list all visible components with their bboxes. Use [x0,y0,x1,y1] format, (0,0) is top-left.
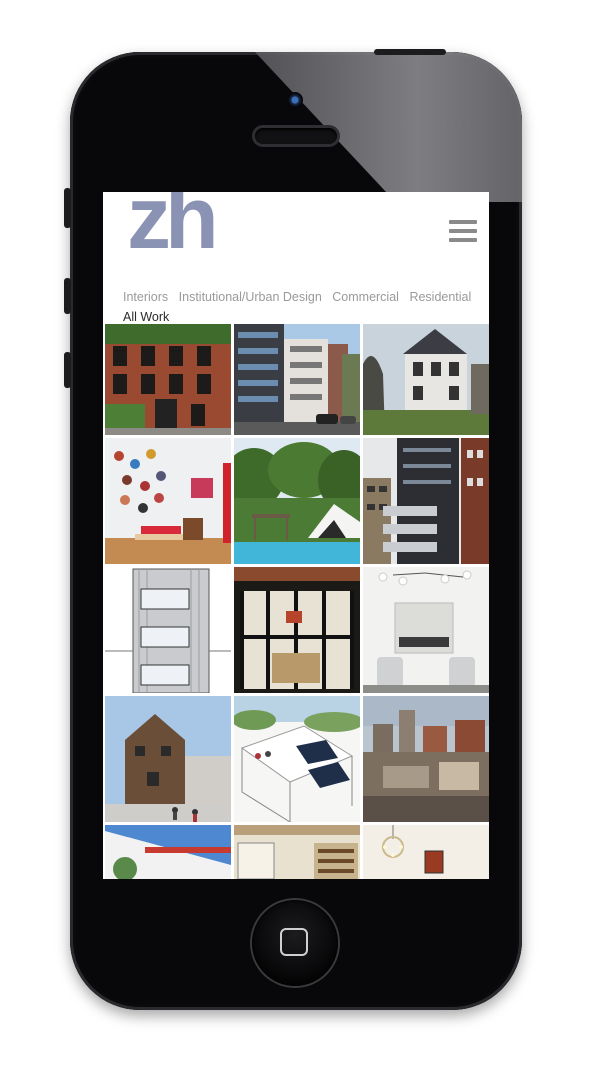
site-logo[interactable]: zh [127,192,219,262]
phone-screen: zh Interiors Institutional/Urban Design … [103,192,489,879]
front-camera-icon [287,92,303,108]
menu-bar [449,229,477,233]
earpiece-speaker [255,128,337,144]
library-interior-image [234,825,360,879]
gallery-tile[interactable] [234,438,360,564]
nav-link-residential[interactable]: Residential [409,287,471,307]
wood-house-rendering-image [105,696,231,822]
aerial-city-rooftops-image [363,696,489,822]
home-square-icon [280,928,308,956]
volume-up-button [64,278,71,314]
pool-pavilion-image [234,438,360,564]
rooftop-solar-rendering-image [234,696,360,822]
modern-apartment-street-image [234,324,360,435]
room-chandelier-painting-image [363,825,489,879]
gallery-tile[interactable] [363,324,489,435]
power-button [374,49,446,55]
gallery-tile[interactable] [105,825,231,879]
gallery-tile[interactable] [363,696,489,822]
elevation-drawing-image [105,567,231,693]
gallery-tile[interactable] [234,324,360,435]
gallery-tile[interactable] [105,324,231,435]
hamburger-menu-icon[interactable] [449,220,477,242]
dark-apartment-tower-image [363,438,489,564]
category-nav: Interiors Institutional/Urban Design Com… [123,287,483,327]
nav-link-interiors[interactable]: Interiors [123,287,168,307]
volume-down-button [64,352,71,388]
white-building-red-stripe-image [105,825,231,879]
gallery-tile[interactable] [363,567,489,693]
nav-link-commercial[interactable]: Commercial [332,287,399,307]
gallery-tile[interactable] [105,696,231,822]
gallery-tile[interactable] [105,567,231,693]
brick-brownstone-facade-image [105,324,231,435]
interior-hat-wall-bench-image [105,438,231,564]
glass-reflection [255,52,522,202]
mute-switch [64,188,71,228]
gallery-tile[interactable] [363,438,489,564]
menu-bar [449,238,477,242]
gallery-tile[interactable] [234,567,360,693]
nav-link-institutional-urban-design[interactable]: Institutional/Urban Design [179,287,322,307]
gallery-tile[interactable] [363,825,489,879]
gallery-tile[interactable] [234,825,360,879]
menu-bar [449,220,477,224]
dining-room-chandelier-image [363,567,489,693]
gallery-tile[interactable] [234,696,360,822]
victorian-house-image [363,324,489,435]
gallery-tile[interactable] [105,438,231,564]
glass-house-night-image [234,567,360,693]
